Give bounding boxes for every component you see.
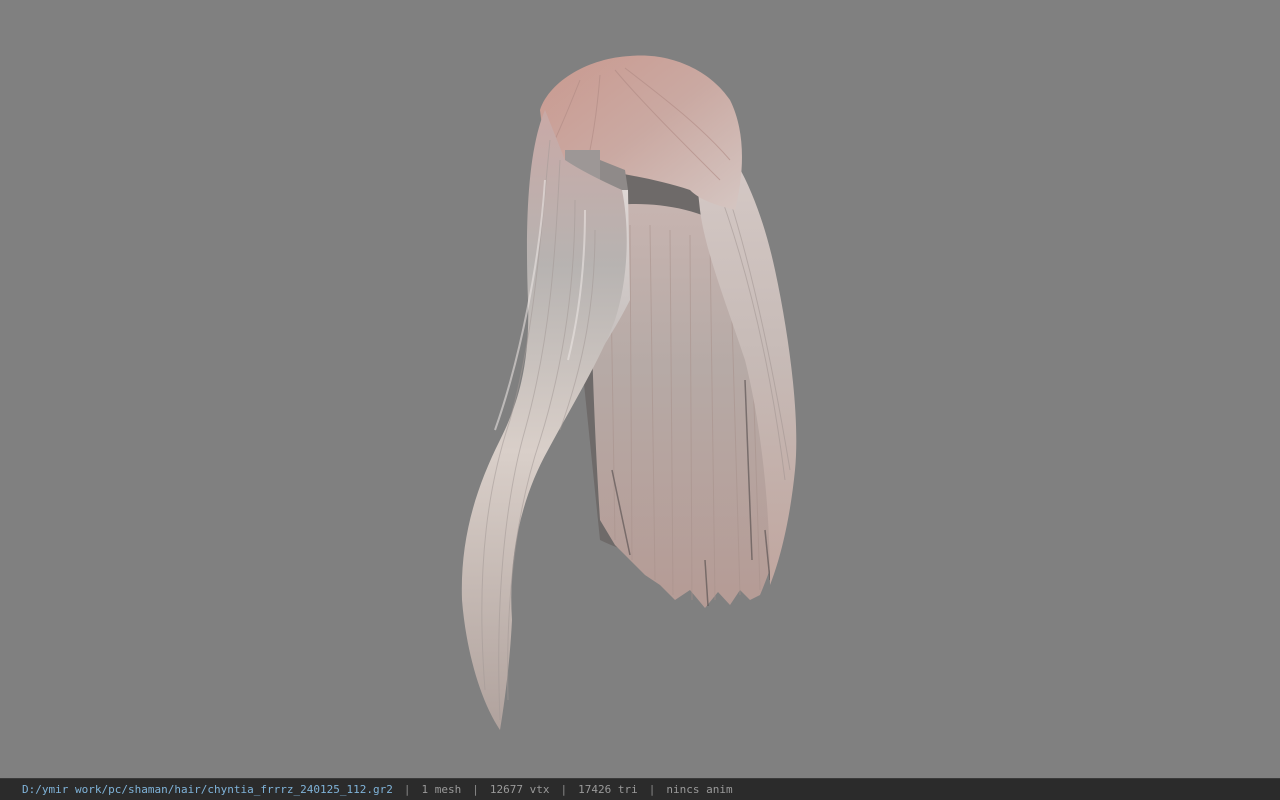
triangle-count: 17426 tri bbox=[578, 783, 638, 796]
status-bar: D:/ymir work/pc/shaman/hair/chyntia_frrr… bbox=[0, 778, 1280, 800]
hair-model bbox=[461, 55, 797, 730]
vertex-count: 12677 vtx bbox=[489, 783, 550, 796]
separator: | bbox=[472, 783, 479, 796]
separator: | bbox=[560, 783, 568, 796]
file-path: D:/ymir work/pc/shaman/hair/chyntia_frrr… bbox=[22, 783, 393, 796]
mesh-count: 1 mesh bbox=[421, 783, 462, 796]
separator: | bbox=[648, 783, 656, 796]
3d-viewport[interactable] bbox=[0, 0, 1280, 778]
animation-status: nincs anim bbox=[666, 783, 733, 796]
separator: | bbox=[403, 783, 411, 796]
